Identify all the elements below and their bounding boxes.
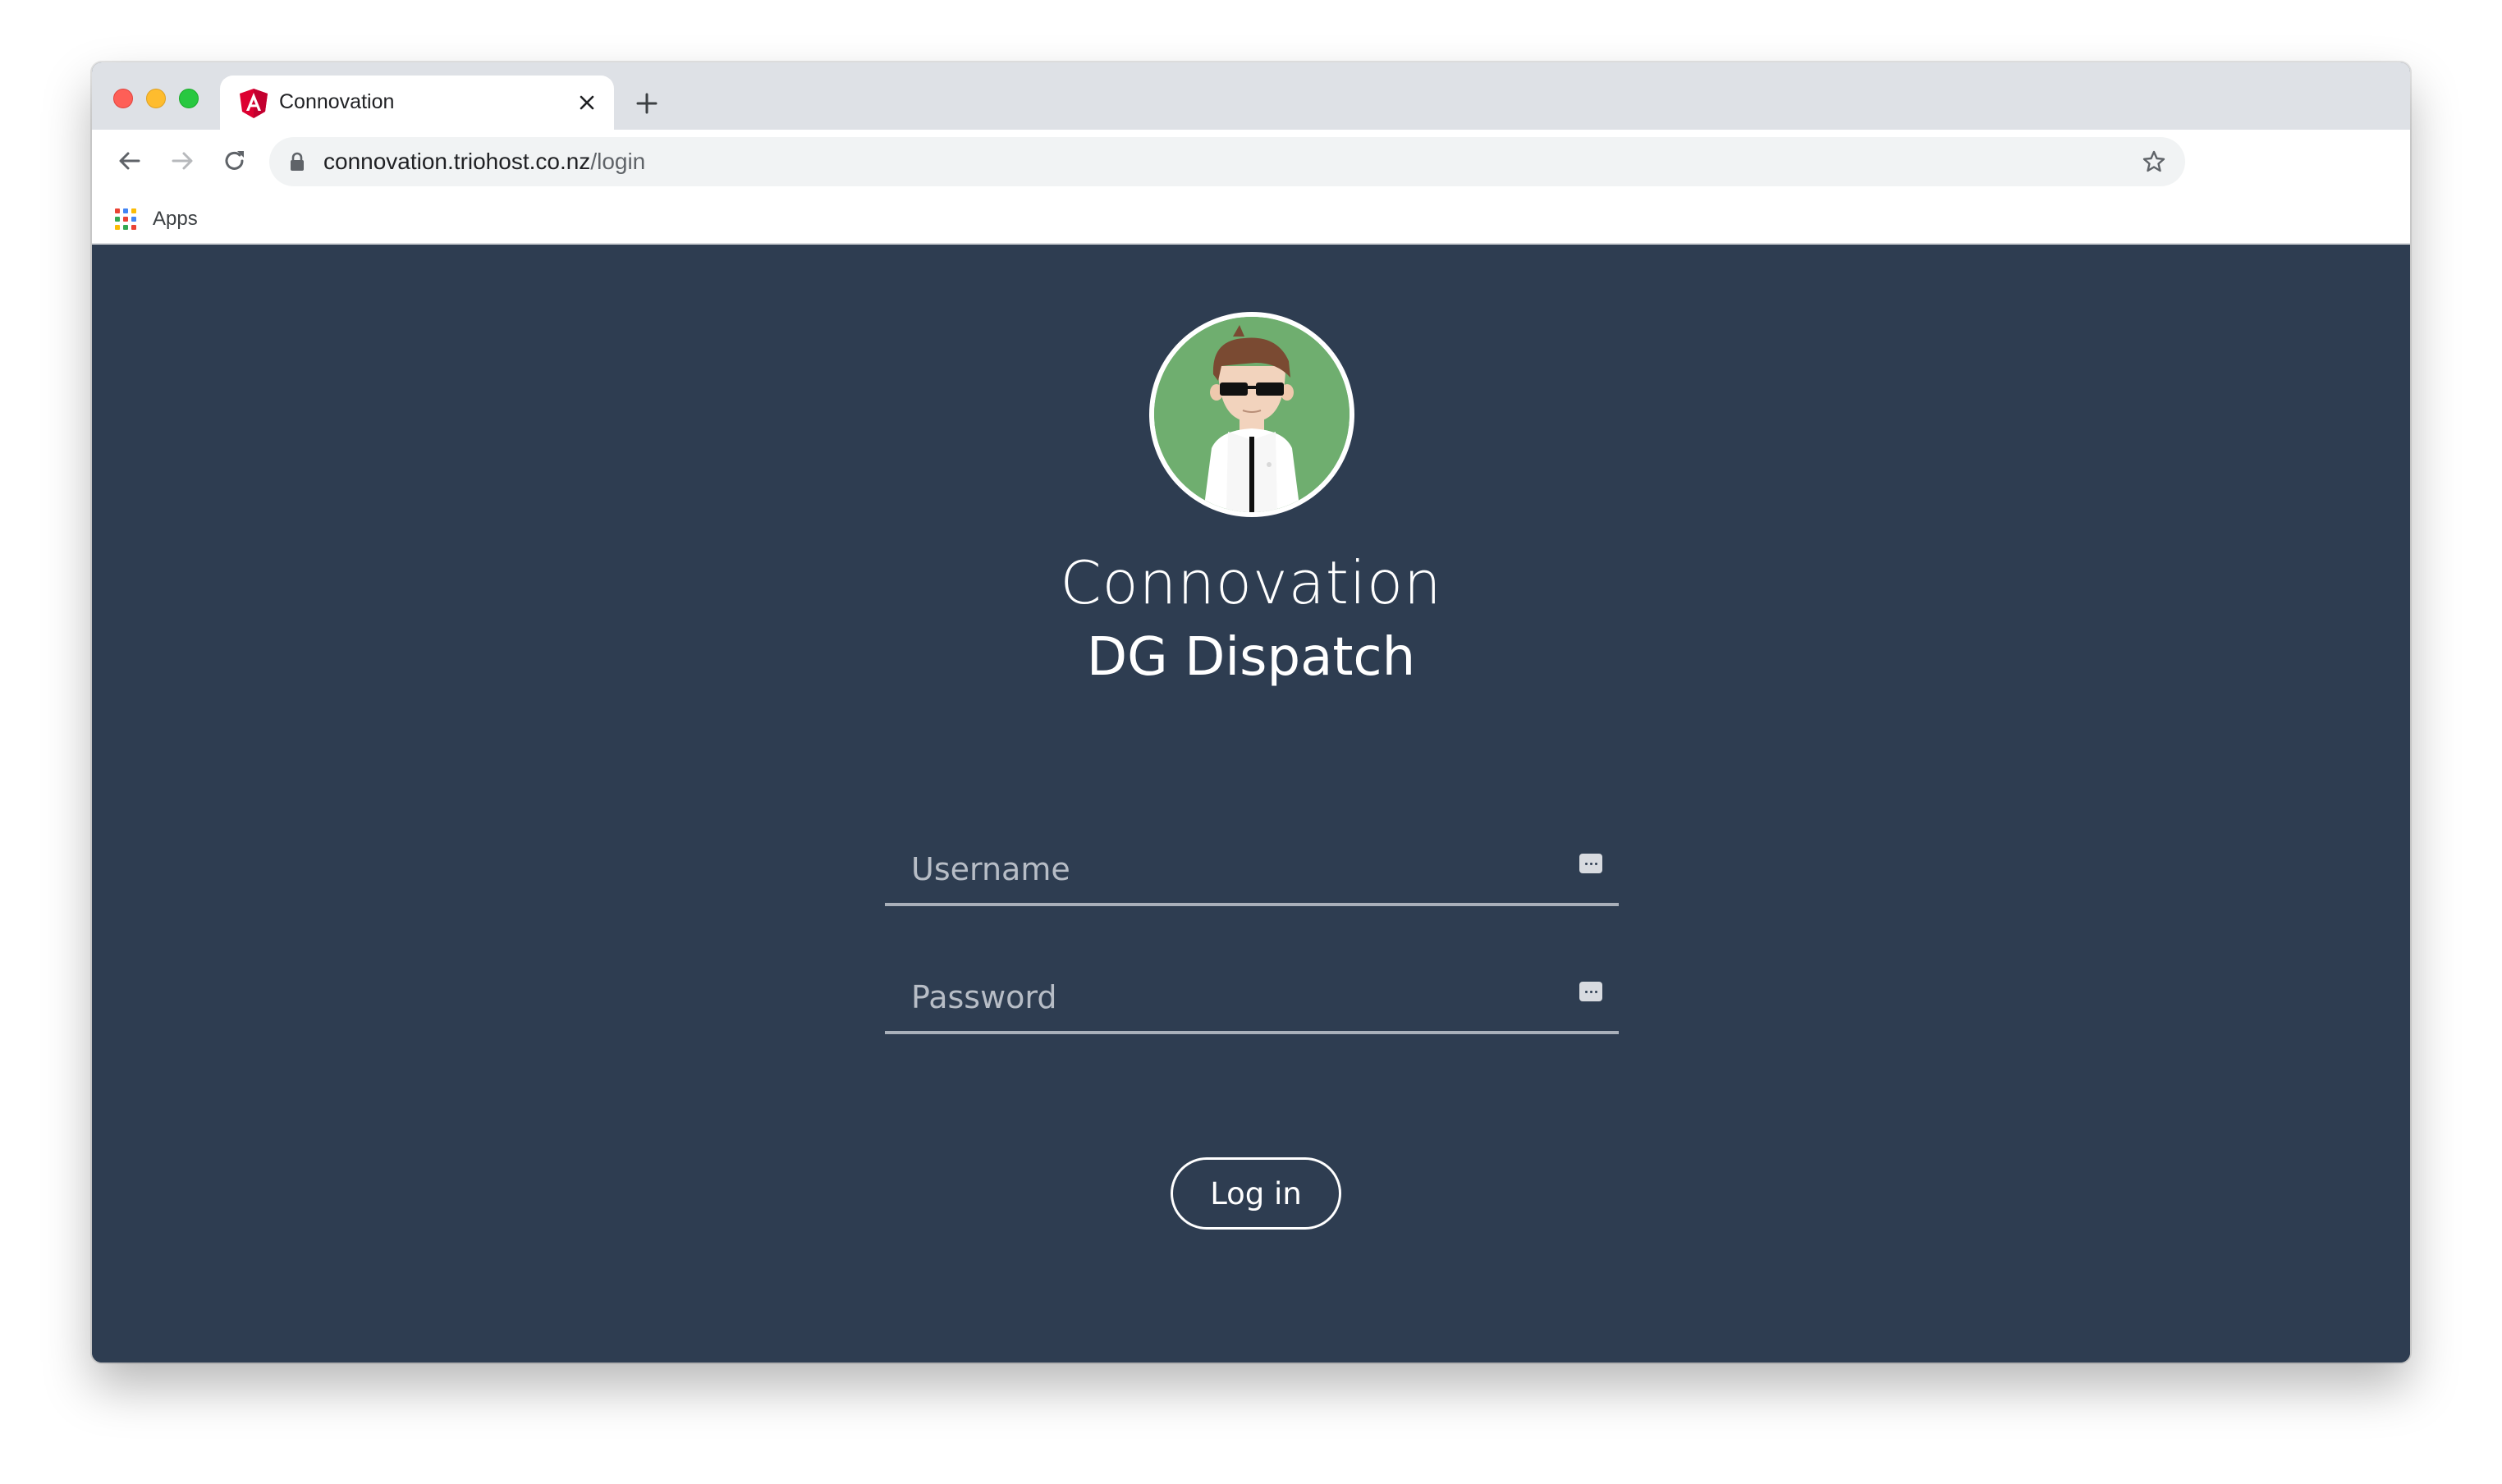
apps-shortcut[interactable]: Apps <box>115 205 198 233</box>
username-field <box>885 836 1619 906</box>
tab-title: Connovation <box>279 90 395 113</box>
angular-favicon-icon <box>240 89 268 118</box>
browser-toolbar: connovation.triohost.co.nz/login <box>92 130 2410 194</box>
new-tab-button[interactable] <box>630 87 663 120</box>
tab-connovation[interactable]: Connovation <box>220 76 614 130</box>
url-domain: connovation.triohost.co.nz <box>323 149 591 174</box>
url-text[interactable]: connovation.triohost.co.nz/login <box>323 149 645 175</box>
login-page: Connovation DG Dispatch Log in <box>92 245 2410 1363</box>
url-path: /login <box>590 149 646 174</box>
forward-icon[interactable] <box>164 143 200 179</box>
address-bar[interactable]: connovation.triohost.co.nz/login <box>269 137 2185 186</box>
autofill-key-icon[interactable] <box>1579 982 1602 1001</box>
browser-window: Connovation connovation.triohost.co.nz/l… <box>92 62 2410 1363</box>
autofill-key-icon[interactable] <box>1579 854 1602 873</box>
avatar-image <box>1154 317 1350 512</box>
close-window-button[interactable] <box>113 89 133 108</box>
page-title: Connovation <box>1060 548 1442 617</box>
tab-strip: Connovation <box>92 62 2410 130</box>
apps-grid-icon <box>115 208 136 230</box>
back-icon[interactable] <box>112 143 148 179</box>
password-field <box>885 964 1619 1034</box>
agent-character-icon <box>1154 317 1350 512</box>
minimize-window-button[interactable] <box>146 89 166 108</box>
avatar <box>1149 312 1354 517</box>
login-button[interactable]: Log in <box>1171 1157 1341 1230</box>
close-tab-icon[interactable] <box>571 87 603 118</box>
bookmarks-bar: Apps <box>92 194 2410 245</box>
maximize-window-button[interactable] <box>179 89 199 108</box>
lock-icon <box>291 152 304 171</box>
apps-label: Apps <box>153 208 198 230</box>
username-input[interactable] <box>885 836 1558 903</box>
bookmark-star-icon[interactable] <box>2139 147 2169 176</box>
password-input[interactable] <box>885 964 1558 1031</box>
page-subtitle: DG Dispatch <box>1086 627 1416 688</box>
reload-icon[interactable] <box>217 143 253 179</box>
